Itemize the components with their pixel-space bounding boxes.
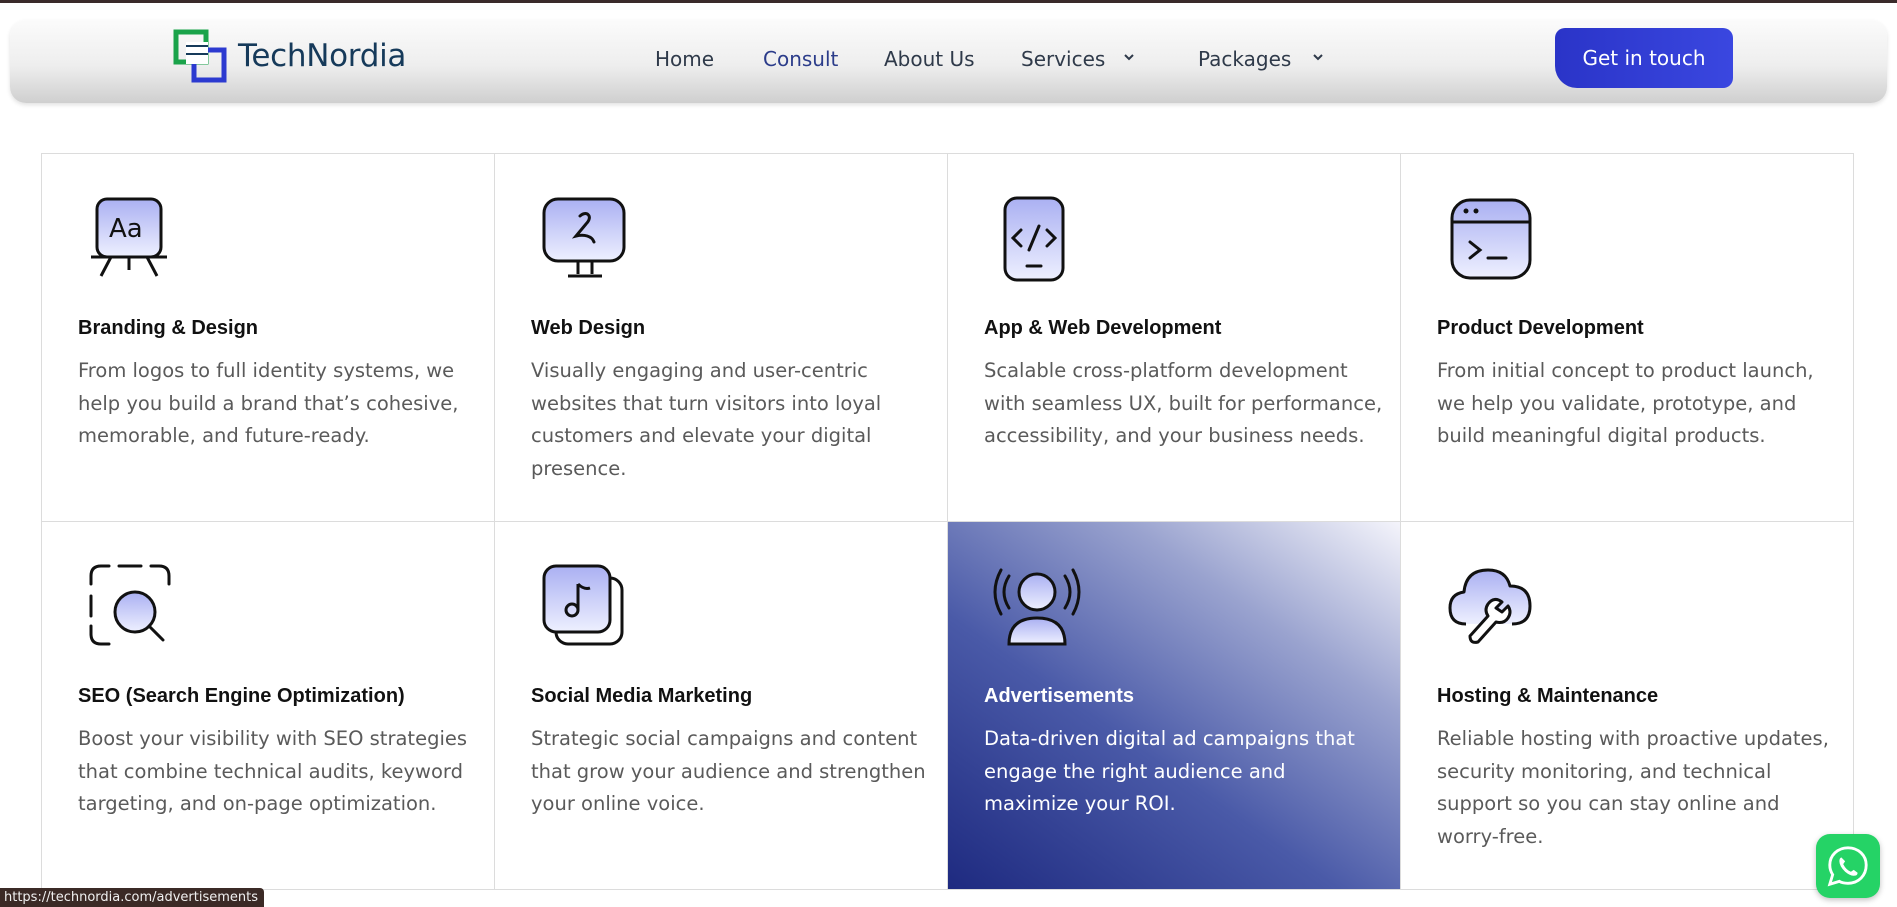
service-card-app-web-development[interactable]: App & Web Development Scalable cross-pla…	[948, 154, 1401, 522]
whatsapp-icon	[1827, 846, 1868, 887]
services-chevron-down-icon[interactable]	[1123, 51, 1135, 63]
monitor-icon	[542, 197, 626, 278]
music-note-icon	[542, 564, 624, 646]
service-description: Scalable cross-platform development with…	[984, 359, 1383, 447]
brand-name: TechNordia	[238, 38, 407, 74]
service-description: Data-driven digital ad campaigns that en…	[984, 727, 1355, 815]
service-title: Advertisements	[984, 685, 1135, 707]
scan-search-icon	[89, 564, 171, 646]
presentation-board-icon: Aa	[91, 197, 167, 277]
terminal-window-icon	[1450, 198, 1532, 280]
get-in-touch-button[interactable]: Get in touch	[1555, 28, 1733, 88]
link-status-bar: https://technordia.com/advertisements	[0, 888, 265, 907]
nav-about-us[interactable]: About Us	[884, 47, 975, 71]
service-description: From initial concept to product launch, …	[1437, 359, 1814, 447]
service-card-seo[interactable]: SEO (Search Engine Optimization) Boost y…	[42, 522, 495, 890]
service-title: App & Web Development	[984, 317, 1222, 339]
service-title: Product Development	[1437, 317, 1644, 339]
service-card-branding[interactable]: Aa Branding & Design From logos to full …	[42, 154, 495, 522]
service-title: Branding & Design	[78, 317, 259, 339]
service-title: Hosting & Maintenance	[1437, 685, 1659, 707]
service-description: Visually engaging and user-centric websi…	[531, 359, 882, 480]
svg-text:Aa: Aa	[109, 214, 143, 244]
services-grid: Aa Branding & Design From logos to full …	[41, 153, 1854, 907]
service-card-web-design[interactable]: Web Design Visually engaging and user-ce…	[495, 154, 948, 522]
top-border	[0, 0, 1897, 3]
nav-services[interactable]: Services	[1021, 47, 1105, 71]
service-description: From logos to full identity systems, we …	[78, 359, 459, 447]
service-description: Reliable hosting with proactive updates,…	[1437, 727, 1829, 848]
nav-packages[interactable]: Packages	[1198, 47, 1291, 71]
brand-logo[interactable]: TechNordia	[172, 28, 406, 84]
service-title: Social Media Marketing	[531, 685, 753, 707]
site-header: TechNordia Home Consult About Us Service…	[10, 20, 1887, 103]
whatsapp-chat-button[interactable]	[1816, 834, 1880, 898]
service-description: Boost your visibility with SEO strategie…	[78, 727, 468, 815]
nav-consult[interactable]: Consult	[763, 47, 838, 71]
service-description: Strategic social campaigns and content t…	[531, 727, 926, 815]
mobile-code-icon	[1003, 196, 1065, 282]
service-title: SEO (Search Engine Optimization)	[78, 685, 405, 707]
nav-home[interactable]: Home	[655, 47, 714, 71]
service-card-hosting[interactable]: Hosting & Maintenance Reliable hosting w…	[1401, 522, 1854, 890]
logo-icon	[173, 29, 227, 83]
service-card-advertisements[interactable]: Advertisements Data-driven digital ad ca…	[948, 522, 1401, 890]
cloud-wrench-icon	[1448, 568, 1532, 644]
service-card-social-media[interactable]: Social Media Marketing Strategic social …	[495, 522, 948, 890]
packages-chevron-down-icon[interactable]	[1312, 51, 1324, 63]
service-title: Web Design	[531, 317, 646, 339]
service-card-product-development[interactable]: Product Development From initial concept…	[1401, 154, 1854, 522]
broadcast-user-icon	[993, 568, 1081, 646]
